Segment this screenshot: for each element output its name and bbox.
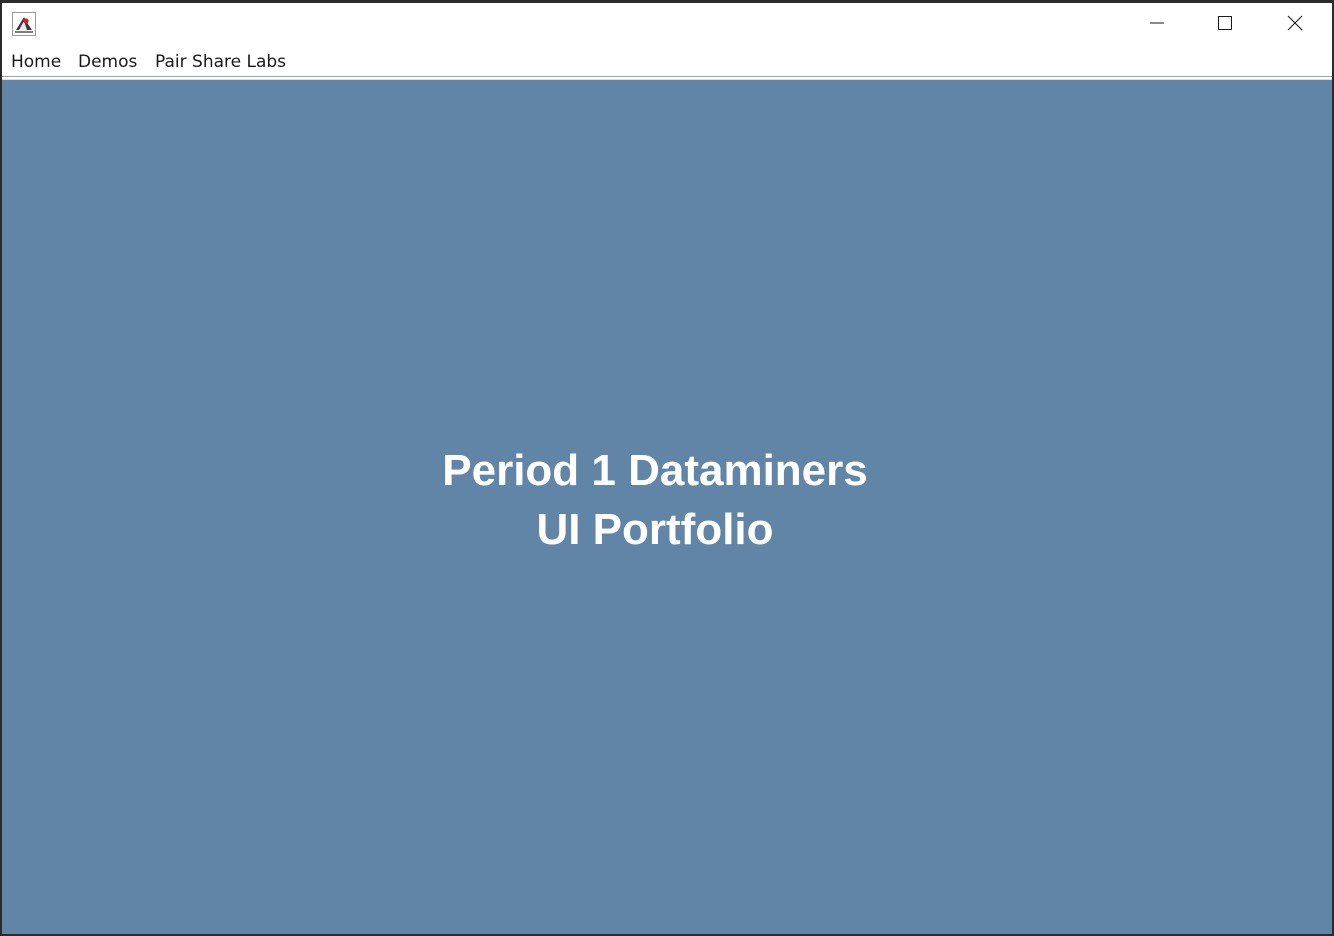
home-title: Period 1 Dataminers UI Portfolio — [2, 441, 1308, 559]
menu-pair-share-labs[interactable]: Pair Share Labs — [155, 52, 286, 72]
minimize-icon — [1149, 15, 1165, 35]
home-panel: Period 1 Dataminers UI Portfolio — [2, 79, 1332, 934]
maximize-icon — [1217, 15, 1233, 35]
menu-bar: Home Demos Pair Share Labs — [2, 47, 1332, 77]
menu-demos[interactable]: Demos — [78, 52, 137, 72]
application-window: Home Demos Pair Share Labs Period 1 Data… — [0, 0, 1334, 936]
java-duke-icon[interactable] — [12, 12, 36, 36]
minimize-button[interactable] — [1122, 3, 1192, 47]
home-title-line-2: UI Portfolio — [536, 505, 774, 554]
close-icon — [1287, 15, 1303, 35]
home-title-line-1: Period 1 Dataminers — [442, 446, 868, 495]
maximize-button[interactable] — [1190, 3, 1260, 47]
close-button[interactable] — [1260, 3, 1330, 47]
menu-home[interactable]: Home — [11, 52, 61, 72]
title-bar[interactable] — [2, 3, 1332, 47]
